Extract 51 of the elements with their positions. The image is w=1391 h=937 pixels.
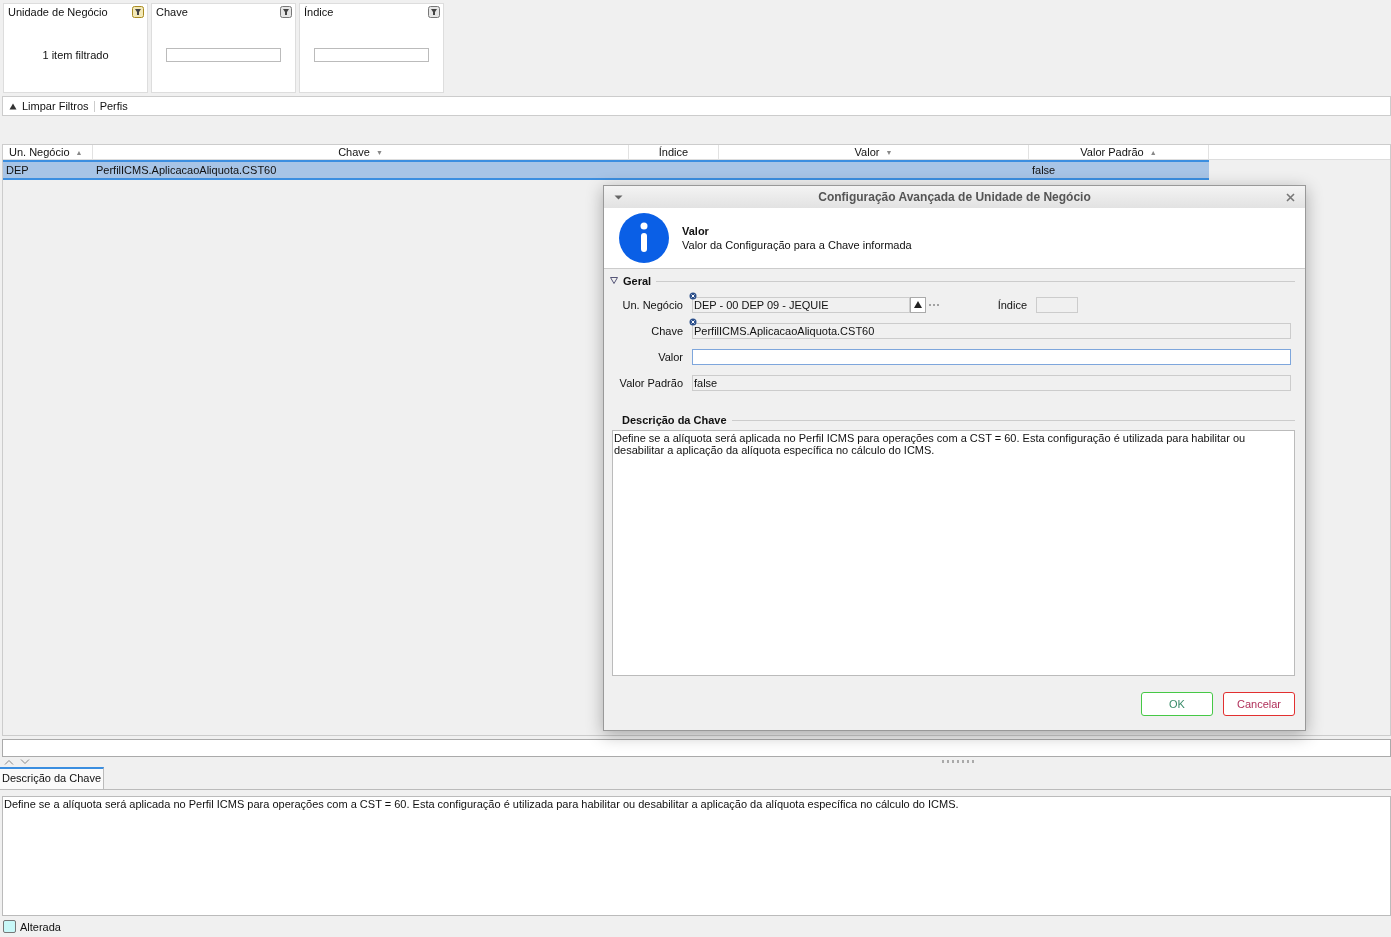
collapse-icon[interactable]: [9, 102, 17, 110]
filter-title: Chave: [156, 6, 188, 18]
splitter-handle[interactable]: [942, 760, 975, 763]
legend-label: Alterada: [20, 920, 61, 933]
column-header[interactable]: Valor: [854, 145, 880, 159]
table-cell: DEP: [6, 164, 29, 176]
column-header[interactable]: Chave: [338, 145, 370, 159]
tab[interactable]: Descrição da Chave: [0, 767, 105, 789]
filter-title: Índice: [304, 6, 334, 18]
info-icon: [618, 212, 670, 264]
section-title: Descrição da Chave: [622, 414, 727, 426]
toolbar-link[interactable]: Limpar Filtros: [22, 100, 89, 112]
header-title: Valor: [682, 225, 710, 237]
filter-summary: 1 item filtrado: [42, 49, 109, 61]
filter-input[interactable]: [314, 48, 429, 62]
field-label: Un. Negócio: [621, 299, 684, 311]
description-text: Define se a alíquota será aplicada no Perfil ICMS para operações com a CST = 60. Esta configuração é utilizada para habilitar ou desabilitar a aplicação da alíquota específica no cálculo do ICMS.: [4, 798, 959, 810]
filter-icon[interactable]: [280, 6, 292, 18]
filter-icon[interactable]: [132, 6, 144, 18]
field-label: Valor Padrão: [618, 377, 684, 389]
chevron-down-icon[interactable]: [20, 759, 30, 765]
read-only-field: PerfilICMS.AplicacaoAliquota.CST60: [692, 323, 1291, 339]
filter-title: Unidade de Negócio: [8, 6, 108, 18]
field-label: Chave: [650, 325, 684, 337]
column-header[interactable]: Valor Padrão: [1080, 145, 1144, 159]
input-field[interactable]: [692, 349, 1291, 365]
lookup-field[interactable]: DEP - 00 DEP 09 - JEQUIE: [692, 297, 910, 313]
section-title: Geral: [623, 275, 652, 287]
table-cell: false: [1032, 164, 1056, 176]
close-icon[interactable]: [1286, 192, 1295, 202]
cancel-button[interactable]: Cancelar: [1223, 692, 1295, 716]
filter-input[interactable]: [166, 48, 281, 62]
column-header[interactable]: Un. Negócio: [9, 145, 70, 159]
ok-button[interactable]: OK: [1141, 692, 1213, 716]
header-subtitle: Valor da Configuração para a Chave informada: [682, 239, 912, 251]
filter-icon[interactable]: [428, 6, 440, 18]
column-header[interactable]: Índice: [658, 145, 689, 159]
field-label: Valor: [657, 351, 684, 363]
chevron-up-icon[interactable]: [4, 759, 14, 765]
table-cell: PerfilICMS.AplicacaoAliquota.CST60: [96, 164, 277, 176]
read-only-field: false: [692, 375, 1291, 391]
description-text: Define se a alíquota será aplicada no Perfil ICMS para operações com a CST = 60. Esta configuração é utilizada para habilitar ou desabilitar a aplicação da alíquota específica no cálculo do ICMS.: [614, 432, 1246, 456]
table-row[interactable]: DEP PerfilICMS.AplicacaoAliquota.CST60 false: [3, 160, 1209, 180]
input-field[interactable]: [1036, 297, 1078, 313]
dialog-title: Configuração Avançada de Unidade de Negócio: [818, 190, 1091, 204]
dropdown-button-icon[interactable]: [910, 297, 926, 313]
expanded-icon[interactable]: [610, 277, 618, 285]
input-field[interactable]: [2, 739, 1391, 757]
field-label: Índice: [996, 299, 1028, 311]
toolbar-link[interactable]: Perfis: [99, 100, 128, 112]
menu-icon[interactable]: [614, 194, 623, 200]
